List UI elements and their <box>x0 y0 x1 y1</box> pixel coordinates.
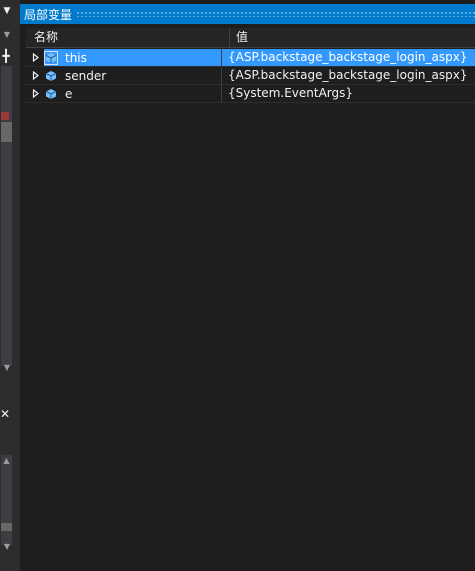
variable-name: this <box>65 50 87 65</box>
ide-region: ▼ ▼ ╋ ▼ ✕ ▲ ▼ 局部变量 名称 值 this {ASP.backst… <box>0 0 475 571</box>
column-header-value[interactable]: 值 <box>230 28 475 47</box>
column-header-name[interactable]: 名称 <box>26 28 230 47</box>
locals-row-e[interactable]: e {System.EventArgs} <box>26 85 475 103</box>
locals-window: 局部变量 名称 值 this {ASP.backstage_backstage_… <box>20 0 475 571</box>
vertical-scrollbar-lower[interactable] <box>1 455 12 545</box>
dropdown-arrow-icon[interactable]: ▼ <box>1 30 13 40</box>
chevron-down-icon[interactable]: ▼ <box>1 6 13 16</box>
variable-value[interactable]: {System.EventArgs} <box>222 85 475 102</box>
locals-row-sender[interactable]: sender {ASP.backstage_backstage_login_as… <box>26 67 475 85</box>
titlebar-grip[interactable] <box>76 11 475 17</box>
close-icon[interactable]: ✕ <box>0 406 12 422</box>
object-icon <box>44 50 58 65</box>
column-header-row: 名称 值 <box>26 28 475 48</box>
scroll-down-icon[interactable]: ▼ <box>1 362 13 374</box>
scrollbar-thumb[interactable] <box>1 122 12 142</box>
breakpoint-marker <box>1 112 9 120</box>
variable-value[interactable]: {ASP.backstage_backstage_login_aspx} <box>222 67 475 84</box>
name-cell: e <box>26 85 222 102</box>
locals-titlebar[interactable]: 局部变量 <box>20 4 475 24</box>
window-title: 局部变量 <box>24 7 73 22</box>
scroll-down-icon[interactable]: ▼ <box>1 541 13 553</box>
variable-name: e <box>65 86 73 101</box>
expand-arrow-icon[interactable] <box>30 49 42 66</box>
object-icon <box>44 87 58 101</box>
object-icon <box>44 69 58 83</box>
scrollbar-thumb-lower[interactable] <box>1 523 12 531</box>
locals-row-this[interactable]: this {ASP.backstage_backstage_login_aspx… <box>26 49 475 67</box>
scroll-up-icon[interactable]: ▲ <box>1 455 12 467</box>
name-cell: sender <box>26 67 222 84</box>
pin-icon[interactable]: ╋ <box>0 48 12 64</box>
name-cell: this <box>26 49 222 66</box>
expand-arrow-icon[interactable] <box>30 67 42 84</box>
vertical-scrollbar[interactable] <box>1 66 12 366</box>
variable-value[interactable]: {ASP.backstage_backstage_login_aspx} <box>222 49 475 66</box>
adjacent-tool-window-strip: ▼ ▼ ╋ ▼ ✕ ▲ ▼ <box>0 0 14 571</box>
variable-name: sender <box>65 68 107 83</box>
locals-grid: this {ASP.backstage_backstage_login_aspx… <box>26 49 475 103</box>
expand-arrow-icon[interactable] <box>30 85 42 102</box>
